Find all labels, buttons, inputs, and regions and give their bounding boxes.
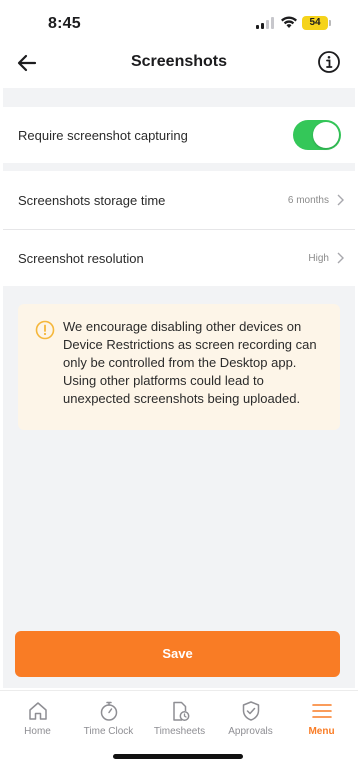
settings-content: Require screenshot capturing Screenshots… [3,88,355,688]
tab-label: Menu [308,726,335,737]
tab-label: Approvals [228,726,273,737]
timesheet-icon [173,701,190,721]
resolution-label: Screenshot resolution [18,251,144,266]
warning-text: We encourage disabling other devices on … [63,319,317,406]
chevron-right-icon [337,252,344,264]
require-capture-row: Require screenshot capturing [3,107,355,163]
status-time: 8:45 [48,15,81,32]
wifi-icon [281,16,297,28]
status-bar: 8:45 54 [0,0,358,44]
battery-indicator: 54 [302,16,328,30]
resolution-row[interactable]: Screenshot resolution High [3,230,355,286]
stopwatch-icon [100,701,118,721]
tab-menu[interactable]: Menu [286,691,357,741]
tab-label: Time Clock [83,726,134,737]
home-indicator [113,754,243,759]
storage-time-label: Screenshots storage time [18,193,166,208]
tab-approvals[interactable]: Approvals [215,691,286,741]
cellular-signal-icon [256,17,274,29]
tab-home[interactable]: Home [2,691,73,741]
menu-icon [312,704,332,718]
tab-label: Timesheets [153,726,206,737]
home-icon [29,702,47,720]
tab-bar: Home Time Clock Timesheets Approvals Men… [0,690,358,769]
shield-check-icon [242,701,260,721]
tab-label: Home [24,726,51,737]
header: Screenshots [0,44,358,84]
info-icon[interactable] [317,50,341,74]
battery-cap [329,20,331,26]
tab-timesheets[interactable]: Timesheets [144,691,215,741]
require-capture-label: Require screenshot capturing [18,128,188,143]
require-capture-toggle[interactable] [293,120,341,150]
page-title: Screenshots [130,53,228,70]
save-button[interactable]: Save [15,631,340,677]
toggle-knob [313,122,339,148]
warning-icon [35,320,55,340]
tab-time-clock[interactable]: Time Clock [73,691,144,741]
resolution-value: High [308,253,329,264]
chevron-right-icon [337,194,344,206]
storage-time-value: 6 months [287,195,329,206]
warning-notice: We encourage disabling other devices on … [18,304,340,430]
storage-time-row[interactable]: Screenshots storage time 6 months [3,171,355,229]
